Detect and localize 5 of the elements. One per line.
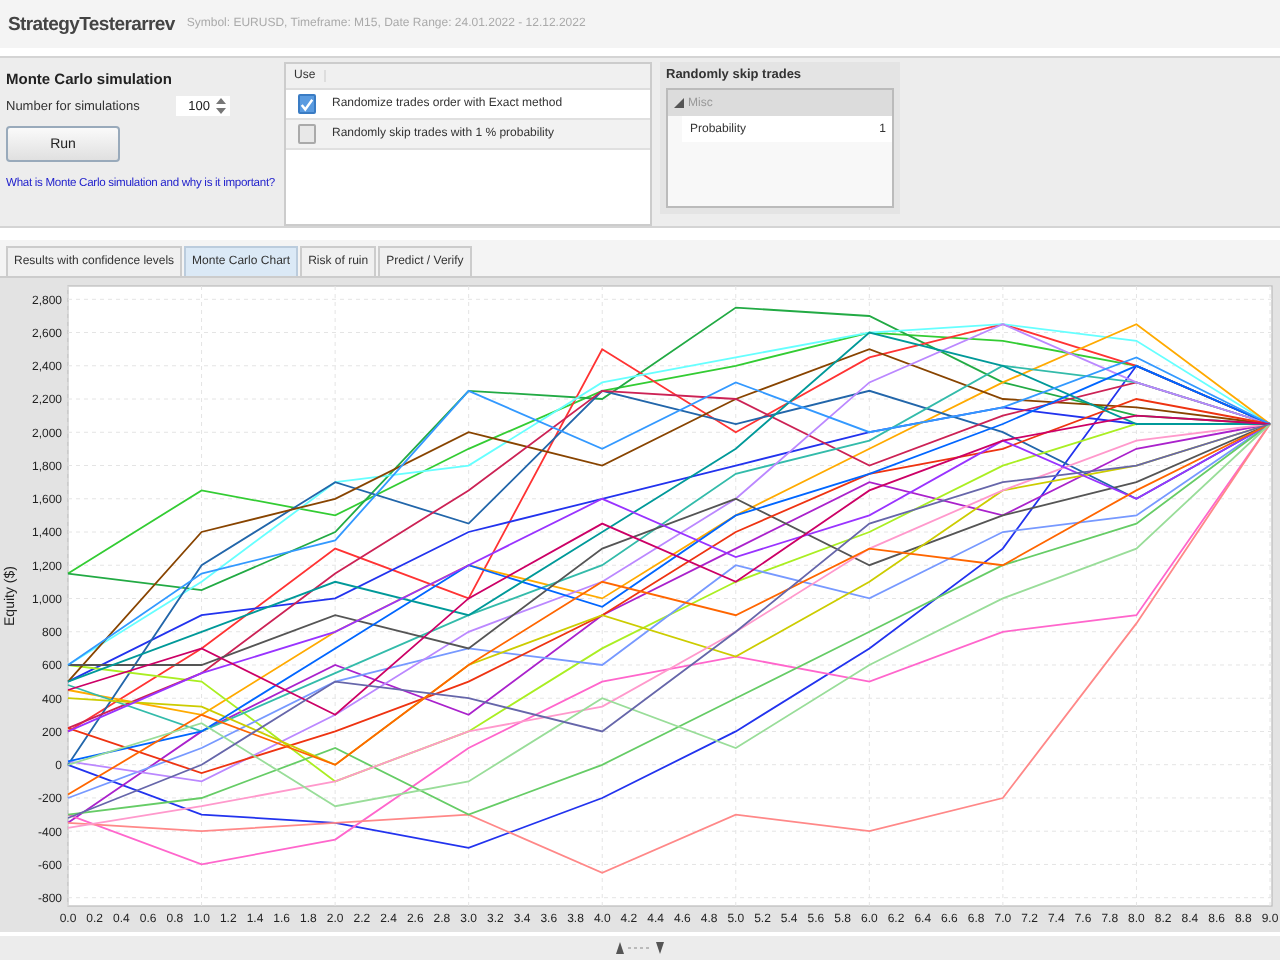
checkbox[interactable] xyxy=(298,94,316,114)
window-title: StrategyTesterarrev xyxy=(8,13,175,35)
collapse-triangle-icon[interactable] xyxy=(674,98,684,108)
splitter-grip-icon[interactable] xyxy=(616,942,664,954)
checkbox[interactable] xyxy=(298,124,316,144)
